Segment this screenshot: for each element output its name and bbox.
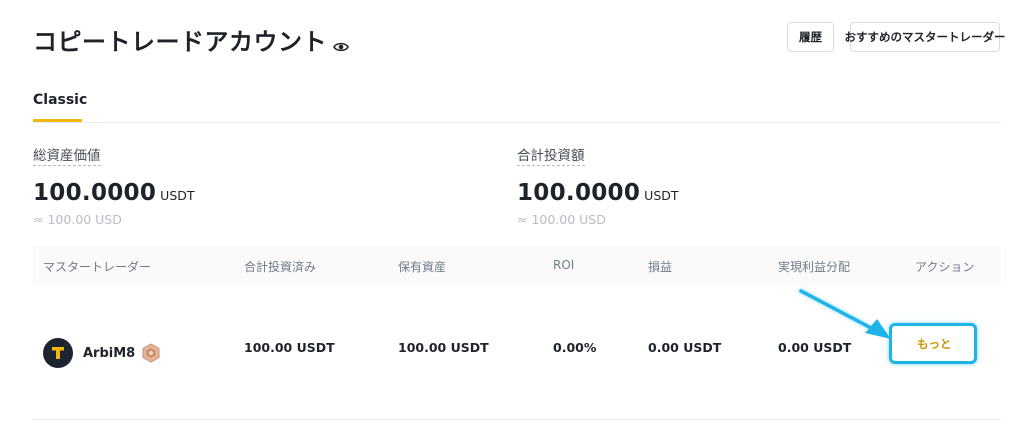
history-button[interactable]: 履歴 — [787, 22, 834, 52]
total-assets-usd: ≈ 100.00 USD — [33, 212, 122, 227]
more-button[interactable]: もっと — [917, 336, 952, 352]
total-invested-amount: 100.0000 — [517, 180, 641, 206]
total-invested-value: 100.0000 USDT — [517, 180, 679, 206]
avatar — [43, 338, 73, 368]
trader-cell[interactable]: ArbiM8 — [43, 338, 161, 368]
column-header: アクション — [915, 260, 975, 274]
pnl-cell: 0.00 USDT — [648, 340, 722, 355]
total-assets-unit: USDT — [160, 188, 195, 203]
page-title: コピートレードアカウント — [33, 22, 349, 57]
total-assets-amount: 100.0000 — [33, 180, 157, 206]
page-title-text: コピートレードアカウント — [33, 28, 327, 56]
invested-cell: 100.00 USDT — [244, 340, 335, 355]
column-header: 損益 — [648, 260, 673, 274]
total-assets-stat: 総資産価値 100.0000 USDT ≈ 100.00 USD — [33, 144, 195, 227]
column-header: 実現利益分配 — [778, 260, 851, 274]
action-highlight-box: もっと — [889, 323, 977, 364]
total-assets-label[interactable]: 総資産価値 — [33, 144, 101, 166]
column-header: ROI — [553, 258, 575, 272]
total-invested-label[interactable]: 合計投資額 — [517, 144, 585, 166]
total-invested-stat: 合計投資額 100.0000 USDT ≈ 100.00 USD — [517, 144, 679, 227]
trader-name[interactable]: ArbiM8 — [83, 346, 135, 361]
roi-cell: 0.00% — [553, 340, 597, 355]
total-assets-value: 100.0000 USDT — [33, 180, 195, 206]
holdings-cell: 100.00 USDT — [398, 340, 489, 355]
eye-icon[interactable] — [333, 33, 349, 51]
recommended-traders-button[interactable]: おすすめのマスタートレーダー — [845, 22, 1006, 52]
table-header: マスタートレーダー 合計投資済み 保有資産 ROI 損益 実現利益分配 アクショ… — [33, 246, 1001, 286]
bronze-badge-icon — [141, 343, 161, 363]
column-header: マスタートレーダー — [43, 260, 152, 274]
column-header: 保有資産 — [398, 260, 447, 274]
active-tab-indicator — [33, 119, 82, 122]
column-header: 合計投資済み — [244, 260, 317, 274]
total-invested-usd: ≈ 100.00 USD — [517, 212, 606, 227]
tab-bar: Classic — [33, 92, 1001, 123]
annotation-arrow-icon — [798, 288, 891, 339]
total-invested-unit: USDT — [644, 188, 679, 203]
